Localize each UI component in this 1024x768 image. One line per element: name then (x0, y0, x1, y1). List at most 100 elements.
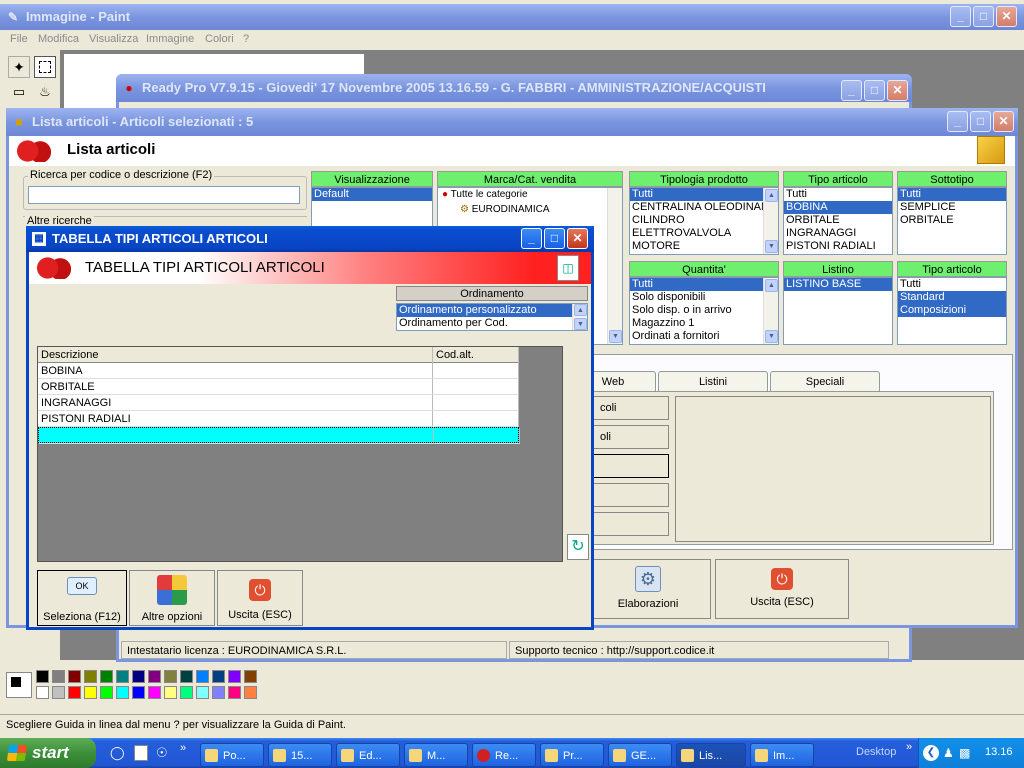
clock[interactable]: 13.16 (985, 746, 1013, 758)
cell-descrizione[interactable]: ORBITALE (38, 379, 433, 395)
toolbar-more-icon[interactable]: » (906, 741, 912, 753)
taskbar-item-re[interactable]: Re... (472, 743, 536, 767)
palette-swatch[interactable] (244, 686, 257, 699)
palette-swatch[interactable] (100, 670, 113, 683)
color-palette[interactable] (36, 670, 266, 700)
palette-swatch[interactable] (212, 686, 225, 699)
table-row[interactable]: ORBITALE (38, 379, 519, 395)
palette-swatch[interactable] (116, 670, 129, 683)
scroll-down-icon[interactable]: ▼ (765, 330, 778, 343)
palette-swatch[interactable] (84, 670, 97, 683)
list-item[interactable]: CENTRALINA OLEODINAMICA (630, 201, 778, 214)
menu-immagine[interactable]: Immagine (146, 30, 194, 48)
palette-swatch[interactable] (84, 686, 97, 699)
scroll-down-icon[interactable]: ▼ (574, 318, 587, 330)
cell-codalt[interactable] (433, 363, 519, 379)
lista-maximize-button[interactable]: □ (970, 111, 991, 132)
palette-swatch[interactable] (212, 670, 225, 683)
search-input[interactable] (28, 186, 300, 204)
palette-swatch[interactable] (68, 670, 81, 683)
quicklaunch-ie-icon[interactable]: ◯ (110, 745, 126, 761)
tray-users-icon[interactable]: ♟ (943, 746, 954, 760)
table-row[interactable]: PISTONI RADIALI (38, 411, 519, 427)
menu-visualizza[interactable]: Visualizza (89, 30, 138, 48)
tipologia-scrollbar[interactable]: ▲ ▼ (763, 188, 778, 254)
list-item[interactable]: ELETTROVALVOLA (630, 227, 778, 240)
cell-codalt[interactable] (433, 379, 519, 395)
column-header-codalt[interactable]: Cod.alt. (433, 347, 519, 363)
select-rect-tool[interactable] (34, 56, 56, 78)
cell-codalt[interactable] (433, 395, 519, 411)
tray-network-icon[interactable]: ▩ (959, 746, 970, 760)
tray-back-icon[interactable]: ❮ (923, 745, 939, 761)
list-item[interactable]: PISTONI RADIALI (784, 240, 892, 253)
palette-swatch[interactable] (132, 686, 145, 699)
paint-maximize-button[interactable]: □ (973, 6, 994, 27)
list-item[interactable]: LISTINO BASE (784, 278, 892, 291)
tab-listini[interactable]: Listini (658, 371, 768, 391)
palette-swatch[interactable] (116, 686, 129, 699)
quantita-scrollbar[interactable]: ▲ ▼ (763, 278, 778, 344)
tipo-articolo-list[interactable]: Tutti BOBINA ORBITALE INGRANAGGI PISTONI… (783, 187, 893, 255)
list-item[interactable]: Ordinamento personalizzato (397, 304, 572, 317)
tipo-articolo2-list[interactable]: Tutti Standard Composizioni (897, 277, 1007, 345)
menu-colori[interactable]: Colori (205, 30, 234, 48)
palette-swatch[interactable] (36, 686, 49, 699)
palette-swatch[interactable] (68, 686, 81, 699)
taskbar-item-pr[interactable]: Pr... (540, 743, 604, 767)
menu-modifica[interactable]: Modifica (38, 30, 79, 48)
paint-titlebar[interactable]: ✎ Immagine - Paint (0, 4, 1024, 30)
list-item[interactable]: CILINDRO (630, 214, 778, 227)
palette-swatch[interactable] (180, 686, 193, 699)
table-row-new[interactable] (38, 427, 520, 444)
palette-swatch[interactable] (132, 670, 145, 683)
cell-descrizione[interactable]: INGRANAGGI (38, 395, 433, 411)
menu-help[interactable]: ? (243, 30, 249, 48)
dialog-uscita-button[interactable]: ⏻ Uscita (ESC) (217, 570, 303, 626)
tree-item-all[interactable]: ● Tutte le categorie (438, 188, 622, 201)
marca-scrollbar[interactable]: ▼ (607, 188, 622, 344)
list-item[interactable]: Ordinamento per Cod. (397, 317, 587, 330)
palette-swatch[interactable] (164, 686, 177, 699)
list-item[interactable]: Tutti (898, 188, 1006, 201)
palette-swatch[interactable] (164, 670, 177, 683)
cell-codalt[interactable] (434, 428, 520, 444)
palette-swatch[interactable] (52, 670, 65, 683)
list-item[interactable]: Tutti (630, 278, 763, 291)
table-row[interactable]: BOBINA (38, 363, 519, 379)
palette-current-colors[interactable] (6, 672, 32, 698)
taskbar-item-po[interactable]: Po... (200, 743, 264, 767)
list-item[interactable]: ORBITALE (784, 214, 892, 227)
altre-opzioni-button[interactable]: Altre opzioni (129, 570, 215, 626)
readypro-titlebar[interactable]: ● Ready Pro V7.9.15 - Giovedi' 17 Novemb… (116, 74, 912, 102)
list-item[interactable]: ORBITALE (898, 214, 1006, 227)
column-header-descrizione[interactable]: Descrizione (38, 347, 433, 363)
taskbar-item-15[interactable]: 15... (268, 743, 332, 767)
list-item[interactable]: Tutti (898, 278, 1006, 291)
taskbar-item-ge[interactable]: GE... (608, 743, 672, 767)
listino-list[interactable]: LISTINO BASE (783, 277, 893, 345)
scroll-down-icon[interactable]: ▼ (765, 240, 778, 253)
list-item[interactable]: Default (312, 188, 432, 201)
menu-file[interactable]: File (10, 30, 28, 48)
dialog-maximize-button[interactable]: □ (544, 228, 565, 249)
scroll-down-icon[interactable]: ▼ (609, 330, 622, 343)
ordinamento-list[interactable]: Ordinamento personalizzato Ordinamento p… (396, 303, 588, 331)
fill-tool[interactable]: ♨ (34, 82, 56, 104)
dialog-minimize-button[interactable]: _ (521, 228, 542, 249)
list-item[interactable]: BOBINA (784, 201, 892, 214)
palette-swatch[interactable] (148, 670, 161, 683)
list-item[interactable]: Solo disponibili (630, 291, 778, 304)
tab-speciali[interactable]: Speciali (770, 371, 880, 391)
list-item[interactable]: Tutti (784, 188, 892, 201)
readypro-minimize-button[interactable]: _ (841, 80, 862, 101)
taskbar-item-ed[interactable]: Ed... (336, 743, 400, 767)
quicklaunch-web-icon[interactable]: ☉ (156, 745, 172, 761)
dialog-titlebar[interactable]: ▦ TABELLA TIPI ARTICOLI ARTICOLI (26, 226, 594, 252)
list-item[interactable]: Solo disp. o in arrivo (630, 304, 778, 317)
seleziona-button[interactable]: OK Seleziona (F12) (37, 570, 127, 626)
palette-swatch[interactable] (228, 670, 241, 683)
quantita-list[interactable]: Tutti Solo disponibili Solo disp. o in a… (629, 277, 779, 345)
lista-minimize-button[interactable]: _ (947, 111, 968, 132)
palette-swatch[interactable] (36, 670, 49, 683)
